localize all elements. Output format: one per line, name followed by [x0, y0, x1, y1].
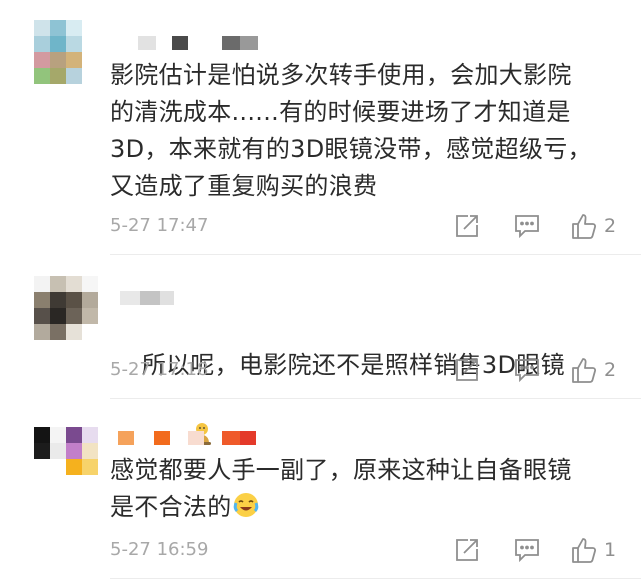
share-button[interactable]: [454, 535, 480, 565]
comment-icon: [513, 213, 541, 239]
like-button[interactable]: 2: [570, 211, 616, 241]
share-icon: [454, 357, 480, 383]
avatar[interactable]: [34, 20, 100, 86]
share-icon: [454, 213, 480, 239]
like-count: 2: [604, 215, 617, 237]
username-redacted[interactable]: [110, 36, 270, 50]
laughing-crying-emoji: [232, 491, 260, 530]
like-count: 2: [604, 359, 617, 381]
username-redacted[interactable]: [110, 291, 200, 305]
comment-time: 5-27 16:59: [110, 539, 209, 560]
comment-text: 影院估计是怕说多次转手使用，会加大影院 的清洗成本......有的时候要进场了才…: [110, 61, 592, 200]
share-icon: [454, 537, 480, 563]
like-button[interactable]: 2: [570, 355, 616, 385]
divider: [110, 578, 641, 579]
like-count: 1: [604, 539, 617, 561]
thumbs-up-icon: [570, 356, 598, 384]
comment-time: 5-27 17:47: [110, 215, 209, 236]
divider: [110, 254, 641, 255]
like-button[interactable]: 1: [570, 535, 616, 565]
comment-time: 5-27 17:18: [110, 359, 209, 380]
thumbs-up-icon: [570, 536, 598, 564]
thumbs-up-icon: [570, 212, 598, 240]
comment-text: 感觉都要人手一副了，原来这种让自备眼镜 是不合法的: [110, 452, 630, 530]
comment-icon: [513, 357, 541, 383]
avatar[interactable]: [34, 427, 100, 493]
share-button[interactable]: [454, 355, 480, 385]
username-redacted[interactable]: [110, 431, 260, 445]
comment-icon: [513, 537, 541, 563]
avatar[interactable]: [34, 276, 100, 342]
reply-button[interactable]: [513, 355, 541, 385]
reply-button[interactable]: [513, 211, 541, 241]
reply-button[interactable]: [513, 535, 541, 565]
divider: [110, 398, 641, 399]
share-button[interactable]: [454, 211, 480, 241]
